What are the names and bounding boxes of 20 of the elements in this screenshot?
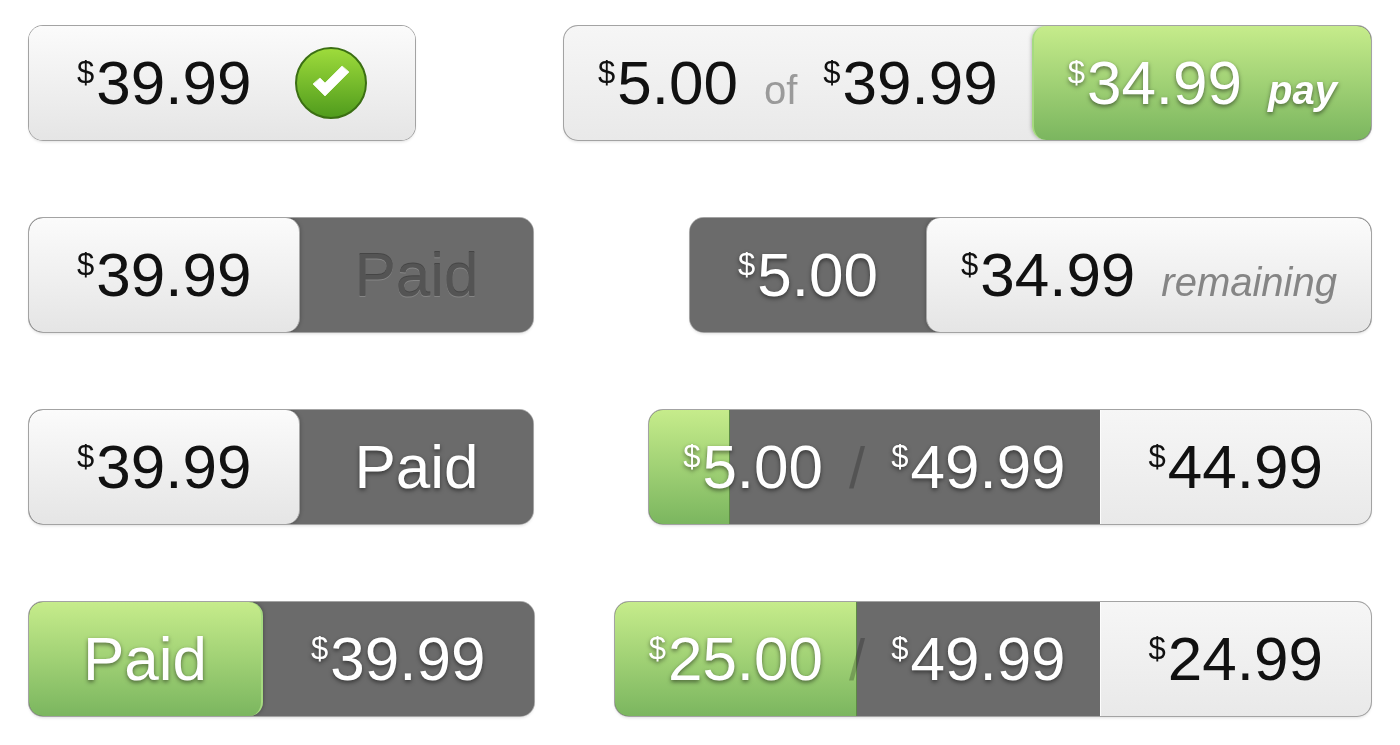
price: $^{$}$5.00 <box>597 52 738 114</box>
status-label: Paid <box>354 436 479 498</box>
price: $^{$}$39.99 <box>823 52 998 114</box>
slash-separator: / <box>849 439 866 497</box>
price: $^{$}$49.99 <box>891 628 1066 690</box>
action-label: pay <box>1268 70 1337 110</box>
price: $^{$}$39.99 <box>77 436 252 498</box>
price: $^{$}$34.99 <box>1067 52 1243 114</box>
status-label: Paid <box>83 628 208 690</box>
price: $^{$}$44.99 <box>1148 436 1323 498</box>
price: $^{$}$25.00 <box>648 628 824 690</box>
price: $^{$}$49.99 <box>891 436 1066 498</box>
connector-word: of <box>763 70 798 110</box>
note-label: remaining <box>1161 262 1337 302</box>
price: $^{$}$39.99 <box>311 628 486 690</box>
price: $^{$}$39.99 <box>77 52 252 114</box>
price: $^{$}$24.99 <box>1148 628 1323 690</box>
price: $^{$}$5.00 <box>738 244 878 306</box>
price: $^{$}$34.99 <box>960 244 1136 306</box>
price: $^{$}$39.99 <box>77 244 252 306</box>
